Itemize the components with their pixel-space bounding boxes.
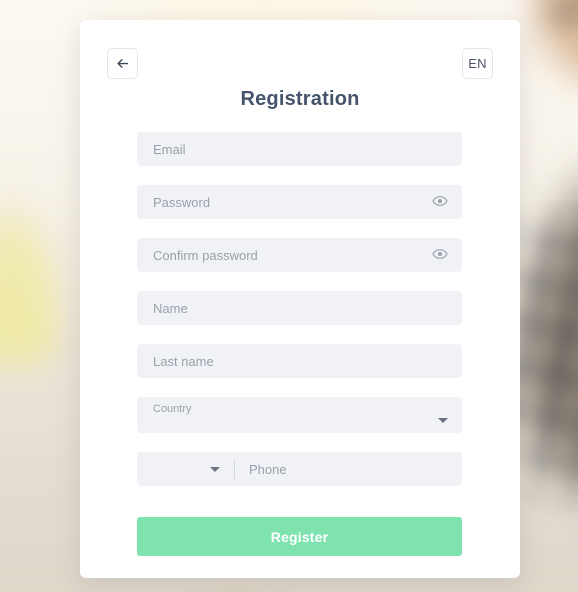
- country-select[interactable]: Country: [137, 397, 462, 433]
- last-name-field[interactable]: [137, 344, 462, 378]
- confirm-password-input[interactable]: [137, 238, 462, 272]
- name-input[interactable]: [137, 291, 462, 325]
- arrow-left-icon: [115, 56, 130, 71]
- registration-card: EN Registration Email Password Confirm p…: [80, 20, 520, 578]
- eye-icon: [432, 193, 448, 212]
- confirm-password-visibility-toggle[interactable]: [431, 246, 449, 264]
- password-field[interactable]: [137, 185, 462, 219]
- chevron-down-icon: [210, 466, 220, 472]
- country-label: Country: [153, 403, 192, 415]
- page-title: Registration: [240, 88, 360, 110]
- last-name-input[interactable]: [137, 344, 462, 378]
- password-visibility-toggle[interactable]: [431, 193, 449, 211]
- phone-field[interactable]: [137, 452, 462, 486]
- language-button[interactable]: EN: [462, 48, 493, 79]
- password-input[interactable]: [137, 185, 462, 219]
- phone-country-code-select[interactable]: [137, 452, 234, 486]
- register-button[interactable]: Register: [137, 517, 462, 556]
- card-topbar: EN: [80, 20, 520, 90]
- language-label: EN: [468, 56, 487, 71]
- confirm-password-field[interactable]: [137, 238, 462, 272]
- email-field[interactable]: [137, 132, 462, 166]
- chevron-down-icon: [438, 418, 448, 423]
- phone-input[interactable]: [235, 452, 462, 486]
- screen: EN Registration Email Password Confirm p…: [0, 0, 578, 592]
- registration-form: Country Register: [137, 132, 462, 556]
- eye-icon: [432, 246, 448, 265]
- name-field[interactable]: [137, 291, 462, 325]
- back-button[interactable]: [107, 48, 138, 79]
- email-input[interactable]: [137, 132, 462, 166]
